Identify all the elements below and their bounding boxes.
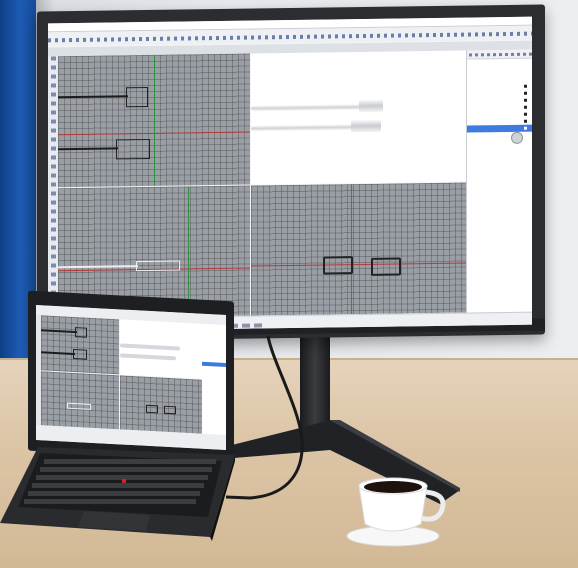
coffee-cup	[346, 477, 446, 547]
rendered-cable	[120, 343, 180, 351]
connector-end-wireframe	[146, 404, 158, 414]
connector-wireframe	[73, 348, 87, 360]
viewport-grid	[41, 315, 119, 375]
connector-wireframe	[75, 327, 87, 338]
laptop-viewport-top[interactable]	[41, 315, 119, 375]
laptop-viewport-perspective[interactable]	[120, 319, 202, 379]
laptop-layers-panel[interactable]	[202, 323, 226, 435]
laptop-viewport-front[interactable]	[41, 371, 119, 430]
laptop-viewport-right[interactable]	[120, 375, 202, 434]
viewport-grid	[41, 371, 119, 430]
laptop-screen	[36, 305, 226, 450]
rendered-cable	[120, 353, 176, 361]
connector-end-wireframe	[164, 405, 176, 415]
viewport-grid	[120, 375, 202, 434]
layer-row-selected[interactable]	[202, 361, 226, 367]
laptop-keyboard-deck	[0, 447, 235, 541]
connector-wireframe	[67, 402, 91, 410]
